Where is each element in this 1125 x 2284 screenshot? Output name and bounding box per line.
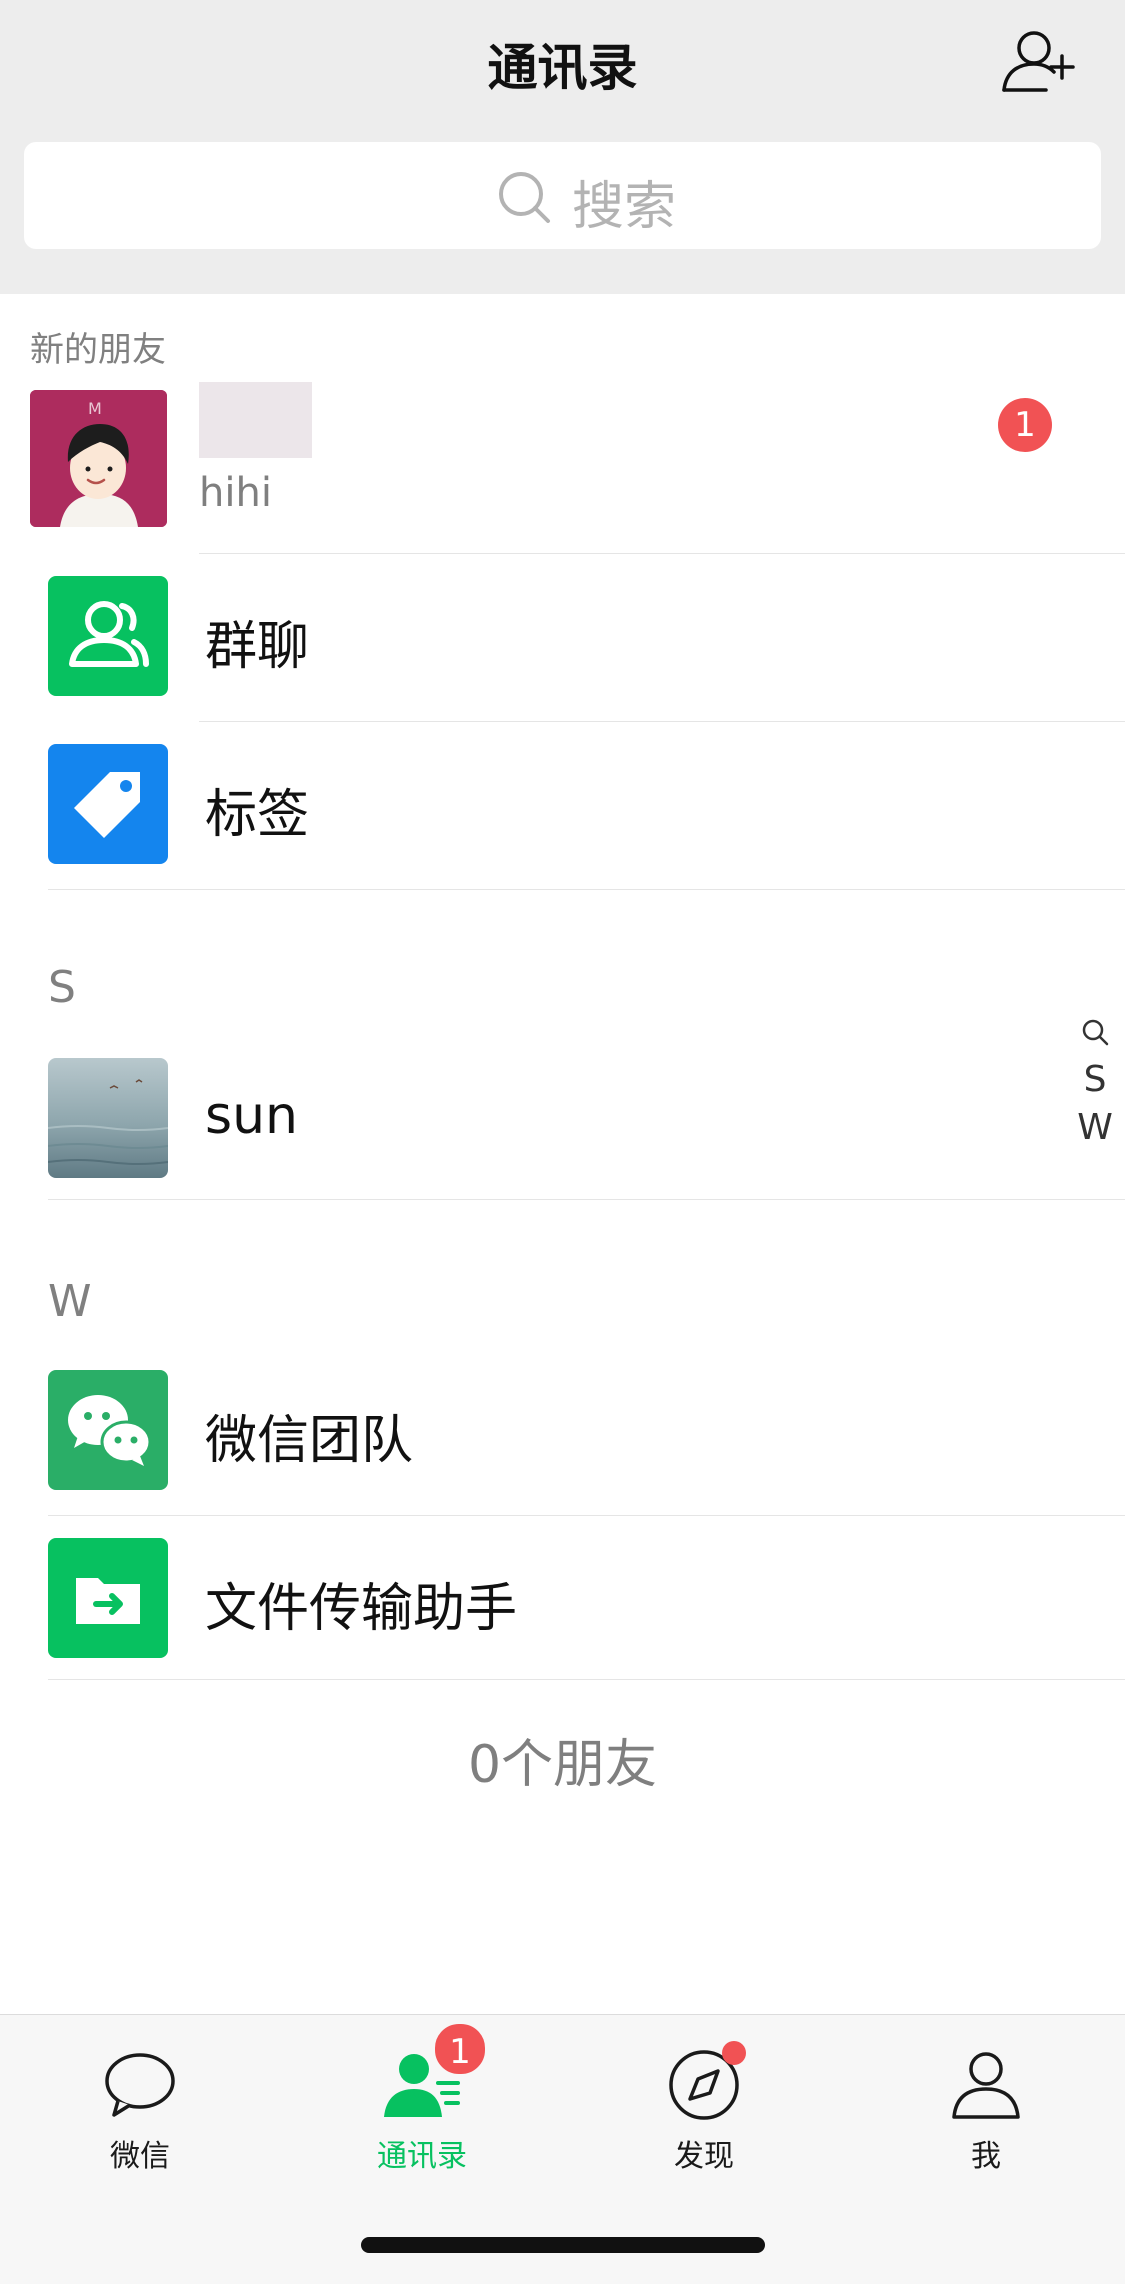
tags-icon [48,744,168,864]
section-header-s: S [48,962,76,1013]
contact-avatar-sun [48,1058,168,1178]
new-friend-badge: 1 [998,398,1052,452]
discover-dot [722,2041,746,2065]
contact-name-file-transfer: 文件传输助手 [205,1579,518,1639]
index-letter-s[interactable]: S [1076,1056,1114,1104]
new-friend-avatar: M [30,390,167,527]
group-chats-row[interactable]: 群聊 [0,554,1125,722]
search-icon [499,172,550,223]
group-chats-icon [48,576,168,696]
new-friends-caption: 新的朋友 [30,330,166,370]
divider [48,889,1125,890]
tab-me-label: 我 [971,2139,1001,2174]
tab-chats-label: 微信 [110,2139,170,2174]
file-transfer-icon [48,1538,168,1658]
index-search-icon[interactable] [1076,1008,1114,1056]
header-area: 通讯录 搜索 [0,0,1125,294]
tab-contacts-label: 通讯录 [377,2139,467,2174]
tab-discover-label: 发现 [674,2139,734,2174]
tags-row[interactable]: 标签 [0,722,1125,890]
contact-name-sun: sun [205,1086,299,1146]
tab-me[interactable]: 我 [886,2015,1086,2195]
person-icon [952,2052,1020,2119]
wechat-team-icon [48,1370,168,1490]
contact-name-wechat-team: 微信团队 [205,1411,414,1471]
alphabet-index[interactable]: S W [1076,1008,1114,1152]
home-indicator [361,2237,765,2253]
new-friend-name-blurred [199,382,312,458]
add-friend-button[interactable] [1000,28,1080,100]
contacts-screen: 通讯录 搜索 新的朋友 M hihi 1 群聊 标签 S sun W 微信团队 … [0,0,1125,2284]
tags-label: 标签 [205,785,310,845]
contact-row-sun[interactable]: sun [0,1036,1125,1204]
divider [48,1679,1125,1680]
page-title: 通讯录 [487,39,638,97]
contact-row-file-transfer[interactable]: 文件传输助手 [0,1516,1125,1684]
search-placeholder: 搜索 [572,177,677,237]
tab-chats[interactable]: 微信 [40,2015,240,2195]
index-letter-w[interactable]: W [1076,1104,1114,1152]
search-bar[interactable]: 搜索 [24,142,1101,249]
chat-bubble-icon [105,2053,175,2117]
new-friend-message: hihi [199,470,272,516]
tab-contacts[interactable]: 1 通讯录 [322,2015,522,2195]
tab-discover[interactable]: 发现 [604,2015,804,2195]
section-header-w: W [48,1276,92,1327]
contact-row-wechat-team[interactable]: 微信团队 [0,1348,1125,1516]
divider [48,1199,1125,1200]
friend-count: 0个朋友 [467,1735,658,1795]
group-chats-label: 群聊 [205,617,310,677]
new-friend-request-row[interactable]: M hihi 1 [0,382,1125,554]
svg-text:M: M [88,399,102,418]
add-friend-icon [1002,31,1075,92]
tab-contacts-badge: 1 [432,2021,488,2077]
